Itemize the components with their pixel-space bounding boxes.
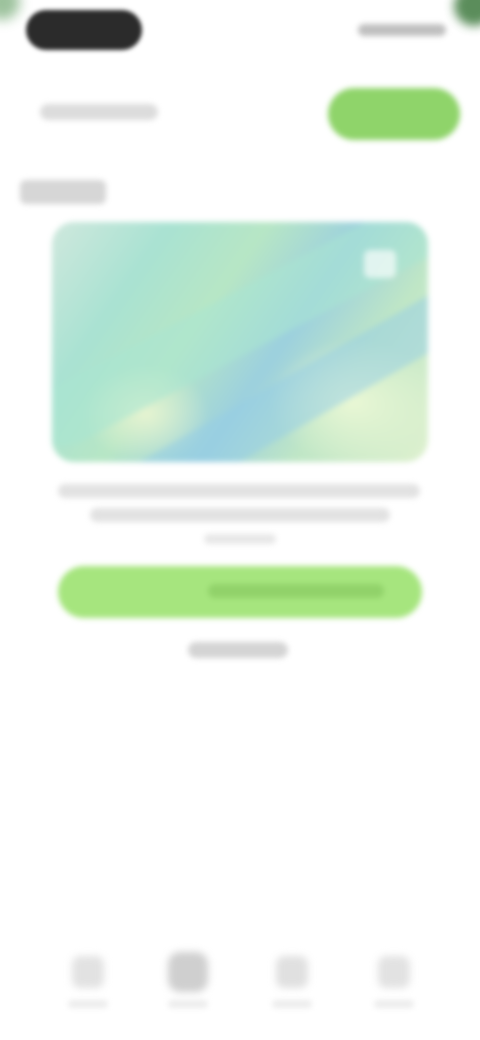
bottom-nav-item[interactable] [158,950,218,1030]
hero-card[interactable] [52,222,428,462]
bottom-nav-item[interactable] [58,950,118,1030]
bottom-nav-item[interactable] [364,950,424,1030]
secondary-link[interactable] [188,642,288,658]
hero-corner-icon [364,250,396,278]
decorative-shape [454,0,480,26]
status-bar [0,0,480,56]
header-text [40,104,158,120]
status-time-pill [26,10,142,50]
bottom-nav-label [168,1000,208,1008]
bottom-nav-label [68,1000,108,1008]
description-text [58,484,420,498]
bottom-nav [0,930,480,1040]
tab-icon [168,952,208,992]
tab-icon [72,956,104,988]
primary-cta-button[interactable] [58,566,422,618]
description-text [90,508,390,522]
app-screen [0,0,480,1040]
header-action-button[interactable] [328,88,460,140]
tab-icon [378,956,410,988]
header-row [0,84,480,144]
decorative-shape [0,0,20,20]
bottom-nav-label [272,1000,312,1008]
bottom-nav-item[interactable] [262,950,322,1030]
cta-label [208,584,384,598]
section-title [20,180,106,204]
description-text [204,534,276,544]
tab-icon [276,956,308,988]
status-indicators [358,24,446,36]
bottom-nav-label [374,1000,414,1008]
